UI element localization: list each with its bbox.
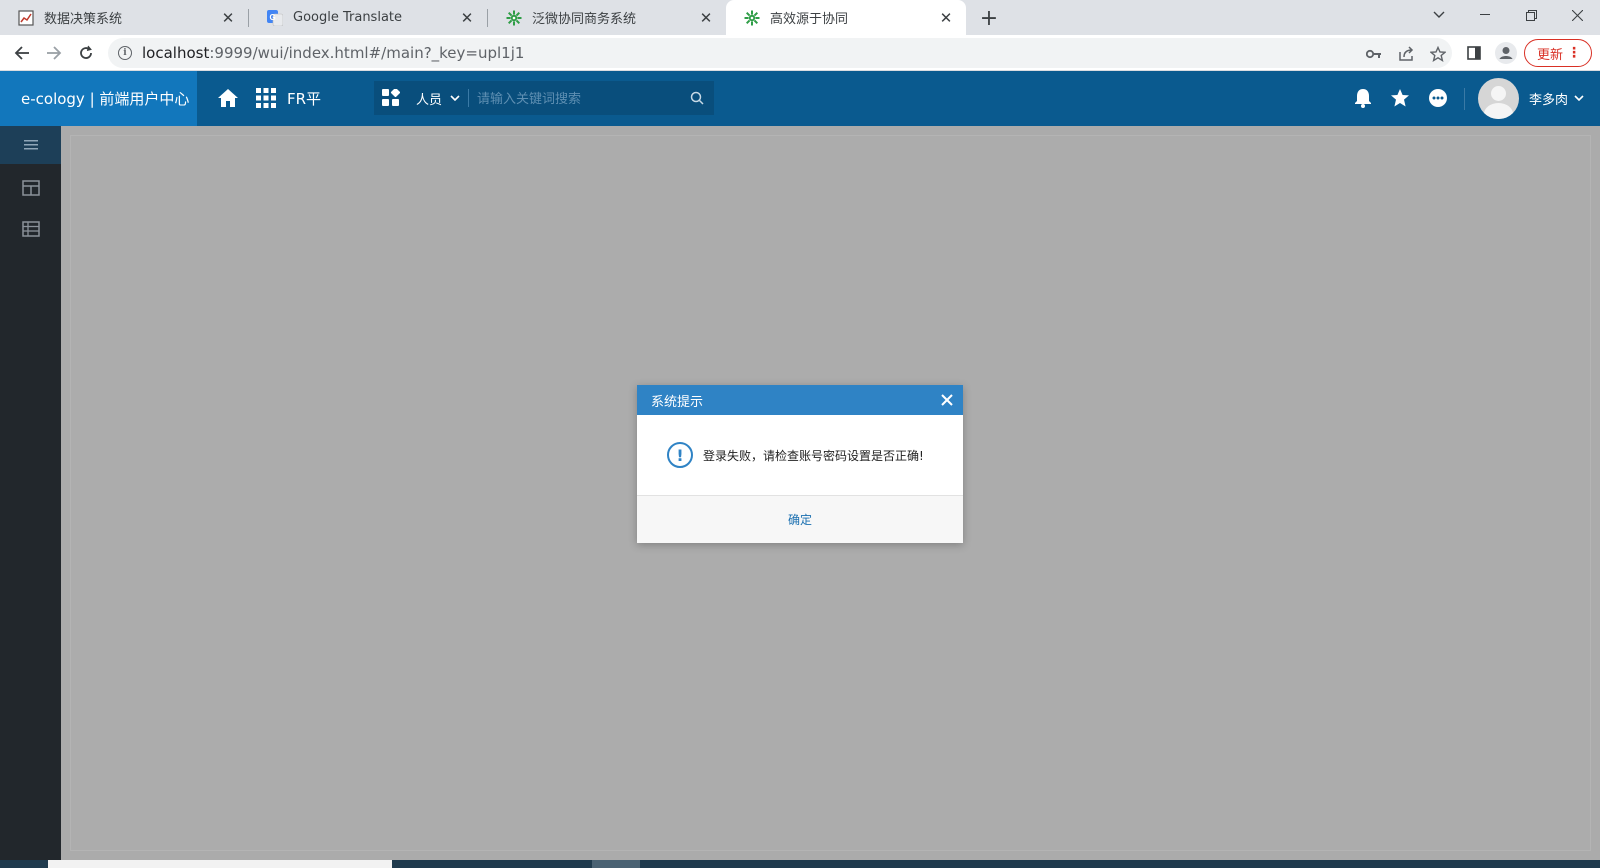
tab-title: 数据决策系统 (44, 12, 123, 27)
taskbar-search-box[interactable] (48, 860, 392, 868)
key-icon[interactable] (1364, 44, 1384, 64)
dialog-title: 系统提示 (651, 394, 704, 410)
taskbar-app-button[interactable] (592, 860, 640, 868)
weaver-gear-icon (506, 10, 522, 26)
dialog-footer: 确定 (637, 496, 963, 543)
browser-tab-2[interactable]: G Google Translate ✕ (249, 0, 487, 35)
dialog-body: ! 登录失败，请检查账号密码设置是否正确! (637, 415, 963, 496)
close-icon[interactable]: ✕ (459, 9, 475, 27)
user-name[interactable]: 李多肉 (1529, 71, 1568, 126)
browser-tab-3[interactable]: 泛微协同商务系统 ✕ (488, 0, 726, 35)
bell-icon[interactable] (1353, 88, 1373, 108)
update-label: 更新 (1537, 47, 1564, 63)
global-search: 人员 (374, 81, 714, 115)
app-header: e-cology | 前端用户中心 FR平 人员 李多肉 (0, 71, 1600, 126)
avatar-head (1491, 86, 1506, 101)
address-bar[interactable]: i localhost:9999/wui/index.html#/main?_k… (108, 38, 1452, 68)
tab-title: 高效源于协同 (770, 12, 849, 27)
close-icon[interactable]: ✕ (698, 9, 714, 27)
favorite-star-icon[interactable] (1390, 88, 1410, 108)
browser-tab-strip: 数据决策系统 ✕ G Google Translate ✕ 泛微协同商务系统 ✕… (0, 0, 1600, 35)
avatar-body (1484, 103, 1513, 119)
tab-title: Google Translate (293, 10, 403, 25)
confirm-button[interactable]: 确定 (788, 511, 812, 528)
restore-button[interactable] (1508, 0, 1554, 30)
chart-report-icon (18, 9, 34, 26)
search-type-label: 人员 (416, 92, 443, 108)
search-icon[interactable] (680, 81, 714, 115)
search-input[interactable] (469, 81, 680, 115)
close-window-button[interactable] (1554, 0, 1600, 30)
site-info-icon[interactable]: i (118, 46, 132, 60)
update-button[interactable]: 更新 ⋮ (1524, 39, 1592, 67)
search-type-select[interactable]: 人员 (408, 89, 468, 108)
header-divider (1464, 88, 1465, 110)
side-panel-icon[interactable] (1462, 41, 1486, 65)
chevron-down-icon[interactable] (1572, 91, 1586, 105)
back-button[interactable] (8, 39, 36, 67)
bookmark-star-icon[interactable] (1428, 44, 1448, 64)
search-category-icon[interactable] (374, 81, 408, 115)
url-host: localhost (142, 44, 210, 62)
exclamation-icon: ! (667, 442, 693, 468)
weaver-gear-icon (744, 10, 760, 26)
table-list-icon[interactable] (0, 209, 61, 249)
profile-icon[interactable] (1494, 41, 1518, 65)
app-grid-icon[interactable] (256, 88, 276, 108)
menu-toggle-icon[interactable] (0, 126, 61, 164)
avatar[interactable] (1478, 78, 1519, 119)
google-translate-icon: G (267, 9, 283, 26)
svg-text:G: G (270, 13, 276, 22)
module-label[interactable]: FR平 (287, 71, 321, 126)
close-icon[interactable]: ✕ (938, 9, 954, 27)
new-tab-button[interactable]: + (976, 5, 1002, 31)
portal-layout-icon[interactable] (0, 168, 61, 208)
system-alert-dialog: 系统提示 ! 登录失败，请检查账号密码设置是否正确! 确定 (637, 385, 963, 543)
taskbar-strip (0, 860, 1600, 868)
chat-more-icon[interactable] (1428, 88, 1448, 108)
close-icon[interactable] (939, 392, 955, 408)
brand-title[interactable]: e-cology | 前端用户中心 (0, 71, 197, 126)
dialog-message: 登录失败，请检查账号密码设置是否正确! (703, 448, 924, 463)
browser-tab-4-active[interactable]: 高效源于协同 ✕ (726, 0, 966, 35)
tab-search-chevron-icon[interactable] (1416, 0, 1462, 30)
url-path: :9999/wui/index.html#/main?_key=upl1j1 (209, 44, 525, 62)
home-icon[interactable] (217, 87, 239, 109)
more-menu-icon[interactable]: ⋮ (1567, 44, 1581, 62)
reload-button[interactable] (72, 39, 100, 67)
chevron-down-icon (450, 95, 460, 101)
close-icon[interactable]: ✕ (220, 9, 236, 27)
forward-button[interactable] (40, 39, 68, 67)
minimize-button[interactable] (1462, 0, 1508, 30)
tab-title: 泛微协同商务系统 (532, 12, 637, 27)
dialog-header: 系统提示 (637, 385, 963, 415)
browser-toolbar: i localhost:9999/wui/index.html#/main?_k… (0, 35, 1600, 71)
left-sidebar (0, 126, 61, 868)
browser-tab-1[interactable]: 数据决策系统 ✕ (0, 0, 248, 35)
share-icon[interactable] (1396, 44, 1416, 64)
